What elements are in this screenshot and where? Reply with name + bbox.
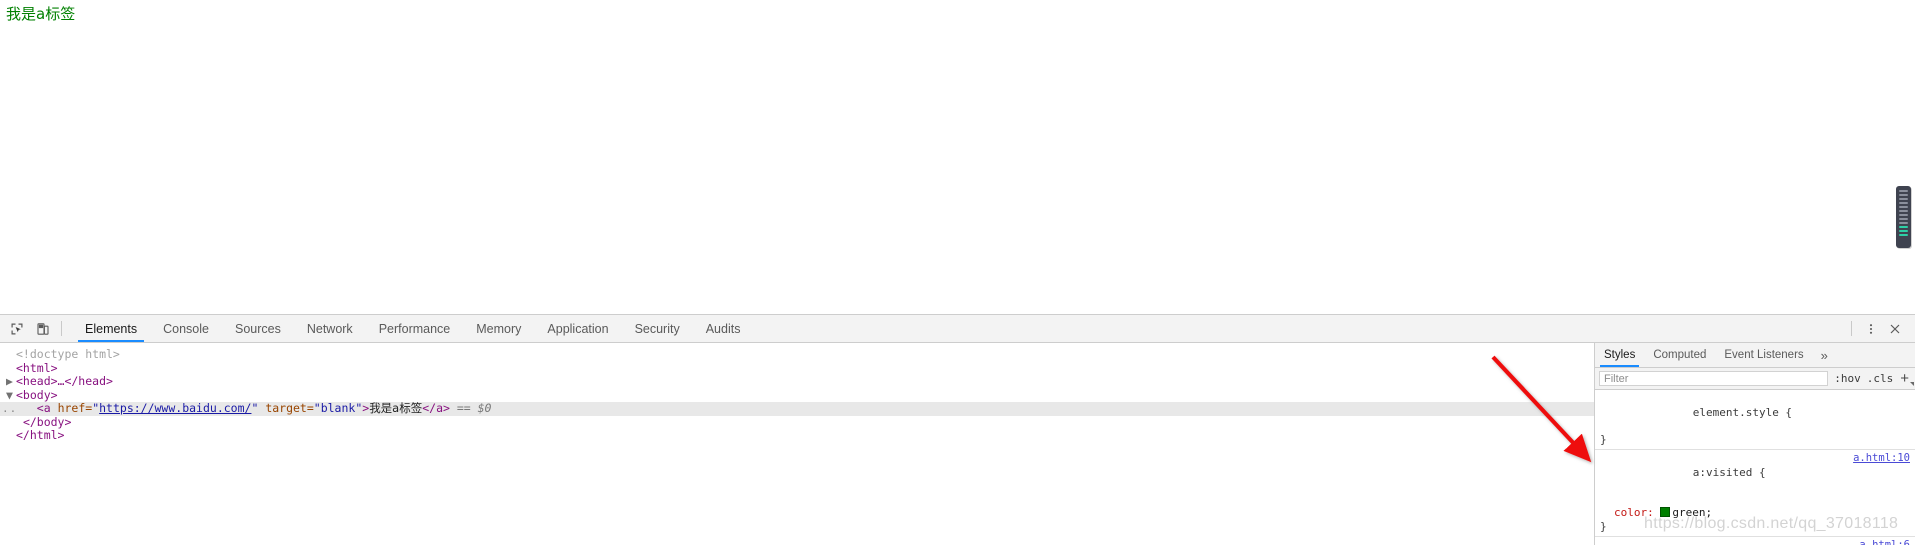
doctype-text: <!doctype html>: [16, 347, 120, 361]
css-rule-element-style[interactable]: element.style { }: [1595, 390, 1915, 450]
dom-line-anchor-selected[interactable]: ·· <a href="https://www.baidu.com/" targ…: [0, 401, 1594, 418]
toolbar-divider-right: [1851, 321, 1852, 336]
tag-body-close: </body>: [22, 414, 72, 429]
tab-label: Styles: [1604, 349, 1636, 361]
minimap-line: [1899, 190, 1908, 192]
tab-network[interactable]: Network: [294, 315, 366, 342]
tab-console[interactable]: Console: [150, 315, 222, 342]
minimap-line: [1899, 202, 1908, 204]
screenshot-root: 我是a标签 Elements Console Sources Network P…: [0, 0, 1915, 545]
dom-tree-pane[interactable]: <!doctype html> <html> ▶ <head>…</head> ▼…: [0, 343, 1594, 545]
rule-selector: element.style {: [1692, 405, 1793, 419]
rule-close-brace: }: [1600, 432, 1607, 446]
rule-selector: a:visited {: [1692, 465, 1766, 479]
rule-selector-row[interactable]: a:link { a.html:6: [1595, 539, 1915, 545]
device-toolbar-icon[interactable]: [32, 318, 54, 340]
devtools-toolbar: Elements Console Sources Network Perform…: [0, 315, 1915, 343]
anchor-tag-close: </a>: [422, 401, 450, 415]
tag-body: <body>: [16, 387, 58, 402]
new-style-rule-button[interactable]: +: [1899, 371, 1914, 386]
dom-line-doctype[interactable]: <!doctype html>: [0, 347, 1594, 362]
collapse-triangle-icon[interactable]: ▼: [6, 388, 16, 403]
tab-label: Performance: [378, 321, 451, 336]
close-icon[interactable]: [1884, 318, 1906, 340]
attr-target-name: target=: [258, 401, 314, 415]
attr-target-value: "blank": [313, 401, 363, 415]
tag-html-close: </html>: [16, 428, 65, 442]
tab-elements[interactable]: Elements: [72, 315, 150, 342]
minimap-line: [1899, 222, 1908, 224]
tab-application[interactable]: Application: [534, 315, 621, 342]
devtools-toolbar-right: [1845, 315, 1915, 342]
tab-event-listeners[interactable]: Event Listeners: [1715, 343, 1812, 367]
minimap-line: [1899, 210, 1908, 212]
tab-label: Console: [163, 321, 209, 336]
href-link[interactable]: https://www.baidu.com/: [99, 401, 251, 415]
tab-styles[interactable]: Styles: [1595, 343, 1644, 367]
page-anchor-link[interactable]: 我是a标签: [6, 4, 75, 24]
dom-line-html-open[interactable]: <html>: [0, 360, 1594, 376]
watermark-text: https://blog.csdn.net/qq_37018118: [1644, 515, 1899, 532]
more-options-icon[interactable]: [1860, 318, 1882, 340]
styles-sidebar-tabs: Styles Computed Event Listeners »: [1595, 343, 1915, 368]
minimap-line: [1899, 214, 1908, 216]
tab-label: Audits: [705, 321, 741, 336]
cls-toggle-button[interactable]: .cls: [1867, 372, 1894, 385]
tab-label: Memory: [476, 321, 522, 336]
anchor-tag-open: <a: [36, 401, 58, 415]
rule-source-link[interactable]: a.html:10: [1853, 452, 1910, 466]
minimap-line-accent: [1899, 226, 1908, 228]
devtools-body: <!doctype html> <html> ▶ <head>…</head> ▼…: [0, 343, 1915, 545]
rule-source-link[interactable]: a.html:6: [1859, 539, 1910, 545]
inspect-element-icon[interactable]: [6, 318, 28, 340]
tab-computed[interactable]: Computed: [1644, 343, 1715, 367]
tab-label: Network: [306, 321, 353, 336]
dom-line-html-close[interactable]: </html>: [0, 428, 1594, 443]
expand-triangle-icon[interactable]: ▶: [6, 374, 16, 389]
attr-href-name: href=: [57, 401, 93, 415]
minimap-line: [1899, 194, 1908, 196]
toolbar-divider: [61, 321, 62, 336]
tab-label: Elements: [85, 321, 138, 336]
hov-toggle-button[interactable]: :hov: [1834, 372, 1861, 385]
minimap-line: [1899, 198, 1908, 200]
devtools-tabs: Elements Console Sources Network Perform…: [72, 315, 753, 342]
tab-label: Sources: [234, 321, 281, 336]
chevron-double-right-icon[interactable]: »: [1813, 343, 1836, 367]
devtools-panel: Elements Console Sources Network Perform…: [0, 314, 1915, 545]
tab-memory[interactable]: Memory: [463, 315, 534, 342]
minimap-line-accent: [1899, 234, 1908, 236]
minimap-line-accent: [1899, 230, 1908, 232]
minimap-line: [1899, 206, 1908, 208]
anchor-text-node: 我是a标签: [369, 401, 423, 415]
selected-node-marker: == $0: [449, 401, 492, 415]
tab-label: Application: [547, 321, 609, 336]
tag-head: <head>…</head>: [16, 374, 113, 388]
rule-selector-row[interactable]: element.style {: [1595, 392, 1915, 433]
minimap-line: [1899, 218, 1908, 220]
tab-audits[interactable]: Audits: [693, 315, 754, 342]
tab-performance[interactable]: Performance: [366, 315, 464, 342]
dom-line-body-open[interactable]: ▼ <body>: [0, 387, 1594, 403]
styles-filter-bar: Filter :hov .cls +: [1595, 368, 1915, 390]
tab-sources[interactable]: Sources: [222, 315, 294, 342]
tab-label: Computed: [1653, 349, 1707, 361]
scroll-minimap-widget[interactable]: [1896, 186, 1911, 248]
tab-label: Security: [634, 321, 680, 336]
attr-href-value: "https://www.baidu.com/": [92, 401, 259, 415]
rule-selector-row[interactable]: a:visited { a.html:10: [1595, 452, 1915, 506]
tab-security[interactable]: Security: [622, 315, 693, 342]
dom-line-body-close[interactable]: </body>: [0, 414, 1594, 430]
styles-filter-input[interactable]: Filter: [1599, 371, 1829, 386]
tag-html: <html>: [16, 360, 58, 375]
devtools-toolbar-icons: [0, 315, 72, 342]
css-rule-a-link[interactable]: a:link { a.html:6 color: red; text-decor…: [1595, 537, 1915, 545]
dom-line-head[interactable]: ▶ <head>…</head>: [0, 374, 1594, 389]
tab-label: Event Listeners: [1724, 349, 1804, 361]
page-viewport: 我是a标签: [0, 0, 1915, 314]
